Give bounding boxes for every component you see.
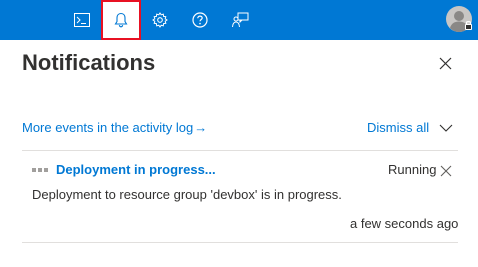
dismiss-notification-button[interactable] [440, 164, 452, 177]
dismiss-all-label: Dismiss all [367, 120, 430, 135]
help-question-icon [192, 12, 208, 28]
close-icon [439, 57, 451, 69]
user-avatar[interactable] [445, 5, 473, 33]
panel-title: Notifications [22, 50, 156, 75]
chevron-down-icon [439, 124, 453, 132]
avatar-icon [446, 6, 472, 32]
feedback-button[interactable] [220, 0, 260, 40]
activity-log-link[interactable]: More events in the activity log → [22, 120, 207, 135]
progress-indicator-icon [32, 168, 48, 172]
settings-button[interactable] [140, 0, 180, 40]
notification-timestamp: a few seconds ago [350, 216, 459, 231]
notifications-button[interactable] [101, 0, 141, 40]
feedback-icon [231, 12, 248, 28]
help-button[interactable] [180, 0, 220, 40]
close-panel-button[interactable] [434, 52, 456, 74]
cloud-shell-button[interactable] [62, 0, 102, 40]
dismiss-all-button[interactable]: Dismiss all [367, 120, 453, 135]
notification-title[interactable]: Deployment in progress... [56, 162, 216, 177]
divider [22, 150, 458, 151]
cloud-shell-icon [74, 13, 90, 27]
divider [22, 242, 458, 243]
close-icon [440, 165, 452, 177]
activity-log-link-label: More events in the activity log [22, 120, 194, 135]
top-bar [0, 0, 478, 40]
notification-status: Running [388, 162, 437, 177]
settings-gear-icon [152, 12, 168, 28]
notifications-bell-icon [114, 12, 128, 28]
arrow-right-icon: → [194, 120, 208, 135]
notification-description: Deployment to resource group 'devbox' is… [32, 187, 342, 202]
